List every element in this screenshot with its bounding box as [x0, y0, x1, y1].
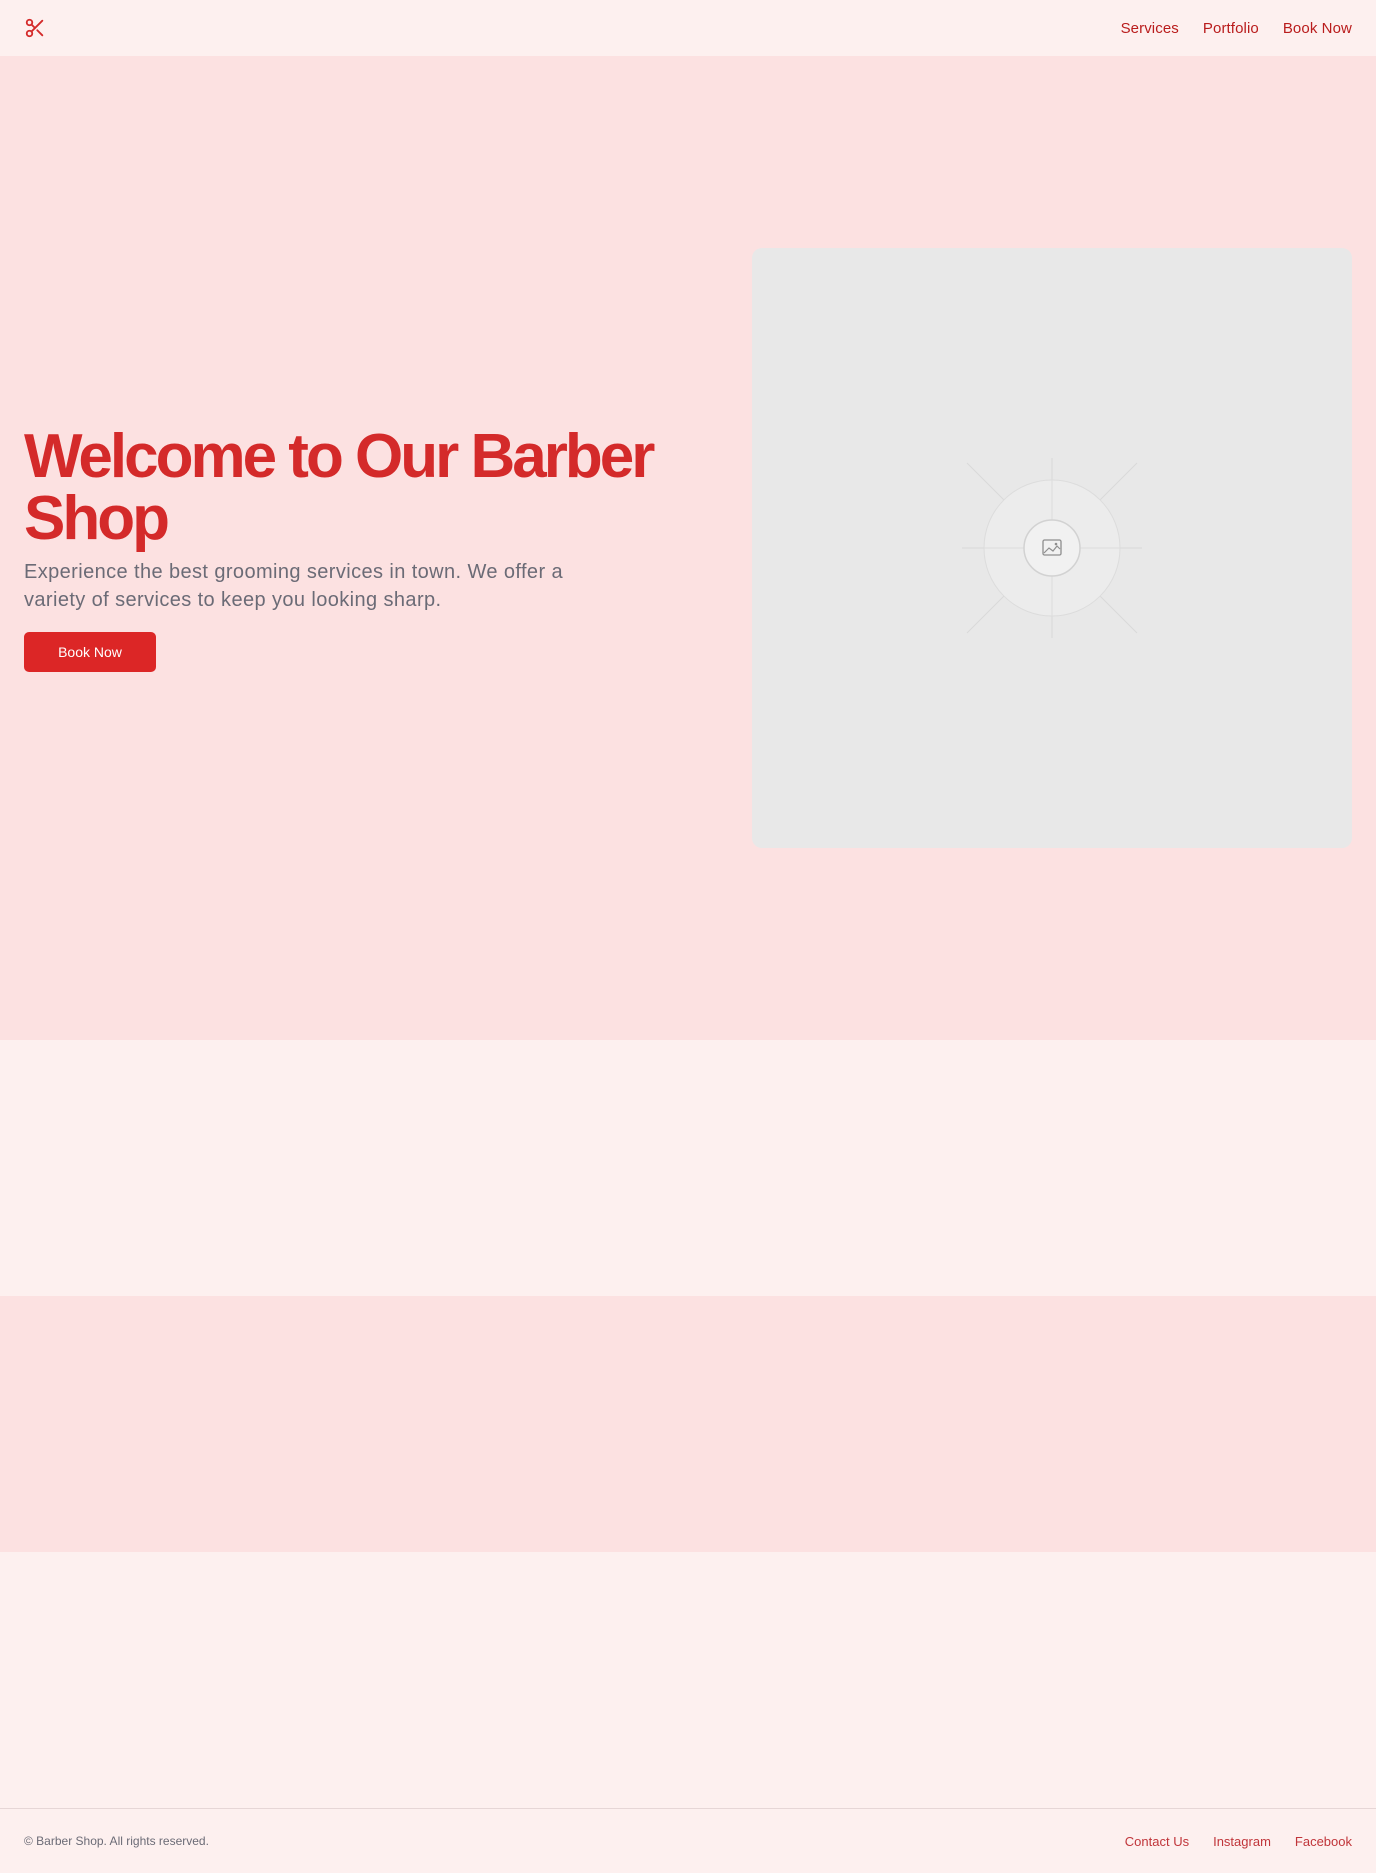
hero-title: Welcome to Our Barber Shop	[24, 422, 655, 553]
hero-section: Welcome to Our Barber Shop Experience th…	[0, 56, 1376, 1040]
main-nav: Services Portfolio Book Now	[1121, 20, 1352, 37]
hero-image-placeholder	[752, 248, 1352, 848]
copyright-text: © Barber Shop. All rights reserved.	[24, 1834, 209, 1848]
nav-link-portfolio[interactable]: Portfolio	[1203, 20, 1259, 37]
footer-link-instagram[interactable]: Instagram	[1213, 1834, 1271, 1849]
image-placeholder-icon	[962, 458, 1142, 638]
nav-link-book-now[interactable]: Book Now	[1283, 20, 1352, 37]
site-footer: © Barber Shop. All rights reserved. Cont…	[0, 1808, 1376, 1873]
hero-text-block: Welcome to Our Barber Shop Experience th…	[24, 426, 684, 672]
content-section-1	[0, 1040, 1376, 1296]
hero-subtitle: Experience the best grooming services in…	[24, 561, 563, 611]
footer-link-facebook[interactable]: Facebook	[1295, 1834, 1352, 1849]
footer-link-contact-us[interactable]: Contact Us	[1125, 1834, 1189, 1849]
content-section-2	[0, 1296, 1376, 1552]
scissors-icon[interactable]	[24, 16, 48, 40]
footer-nav: Contact Us Instagram Facebook	[1125, 1834, 1352, 1849]
content-section-3	[0, 1552, 1376, 1808]
top-navbar: Services Portfolio Book Now	[0, 0, 1376, 56]
nav-link-services[interactable]: Services	[1121, 20, 1179, 37]
book-now-button[interactable]: Book Now	[24, 632, 156, 672]
